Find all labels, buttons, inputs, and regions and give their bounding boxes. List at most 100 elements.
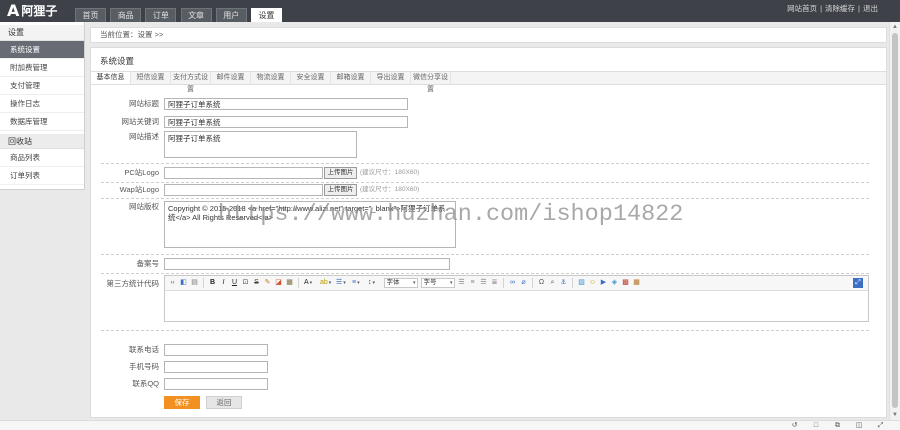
paste-text-icon[interactable]: ▦: [284, 278, 295, 288]
site-home-link[interactable]: 网站首页: [787, 4, 817, 14]
icp-input[interactable]: [164, 258, 450, 270]
special-char-icon[interactable]: Ω: [536, 278, 547, 288]
map-icon[interactable]: ◈: [609, 278, 620, 288]
wap-logo-label: Wap站Logo: [119, 185, 159, 194]
bold-icon[interactable]: B: [207, 278, 218, 288]
eraser-icon[interactable]: ◪: [273, 278, 284, 288]
site-title-input[interactable]: [164, 98, 408, 110]
align-center-icon[interactable]: ≡: [467, 278, 478, 288]
logout-link[interactable]: 退出: [863, 4, 878, 14]
toolbar-separator: [503, 278, 504, 288]
save-button[interactable]: 保存: [164, 396, 200, 409]
emoticon-icon[interactable]: ☺: [587, 278, 598, 288]
back-button[interactable]: 返回: [206, 396, 242, 409]
pc-logo-upload-button[interactable]: 上传图片: [324, 167, 357, 179]
top-bar: A 阿狸子 首页 商品 订单 文章 用户 设置 网站首页 | 清除缓存 | 退出: [0, 0, 900, 22]
font-color-icon[interactable]: A: [302, 278, 318, 288]
stop-icon[interactable]: □: [812, 421, 821, 430]
search-icon[interactable]: ⌕: [547, 278, 558, 288]
format-painter-icon[interactable]: ✎: [262, 278, 273, 288]
mobile-input[interactable]: [164, 361, 268, 373]
nav-tab-users[interactable]: 用户: [215, 8, 247, 22]
pc-logo-input[interactable]: [164, 167, 323, 179]
settings-tabs: 基本信息 短信设置 支付方式设置 邮件设置 物流设置 安全设置 邮箱设置 导出设…: [91, 71, 886, 93]
highlight-icon[interactable]: ab: [318, 278, 334, 288]
template-icon[interactable]: ▤: [189, 278, 200, 288]
keywords-label: 网站关键词: [121, 117, 160, 126]
tab-export[interactable]: 导出设置: [371, 72, 411, 84]
preview-icon[interactable]: ◧: [178, 278, 189, 288]
toolbar-separator: [532, 278, 533, 288]
video-icon[interactable]: ▶: [598, 278, 609, 288]
nav-tab-settings[interactable]: 设置: [250, 8, 282, 22]
settings-panel: 系统设置 基本信息 短信设置 支付方式设置 邮件设置 物流设置 安全设置 邮箱设…: [90, 47, 887, 418]
tab-mailbox[interactable]: 邮箱设置: [331, 72, 371, 84]
nav-tab-home[interactable]: 首页: [75, 8, 106, 22]
sidebar-item-payment[interactable]: 支付管理: [0, 77, 84, 95]
divider: [101, 330, 869, 331]
table-icon[interactable]: ▦: [631, 278, 642, 288]
toolbar-separator: [203, 278, 204, 288]
nav-tab-orders[interactable]: 订单: [145, 8, 177, 22]
anchor-icon[interactable]: ⚓: [558, 278, 569, 288]
toolbar-separator: [298, 278, 299, 288]
logo[interactable]: A 阿狸子: [7, 2, 57, 20]
refresh-icon[interactable]: ↺: [790, 421, 799, 430]
sidebar-item-order-list[interactable]: 订单列表: [0, 167, 84, 185]
tab-sms[interactable]: 短信设置: [131, 72, 171, 84]
wap-logo-upload-button[interactable]: 上传图片: [324, 184, 357, 196]
link-icon[interactable]: ∞: [507, 278, 518, 288]
nav-tab-articles[interactable]: 文章: [180, 8, 212, 22]
align-right-icon[interactable]: ☰: [478, 278, 489, 288]
sidebar-item-surcharge[interactable]: 附加费管理: [0, 59, 84, 77]
sidebar-item-operation-log[interactable]: 操作日志: [0, 95, 84, 113]
pc-logo-label: PC站Logo: [124, 168, 159, 177]
scroll-down-icon[interactable]: ▼: [890, 410, 900, 420]
font-family-select[interactable]: 字体: [383, 278, 418, 288]
phone-label: 联系电话: [129, 345, 159, 354]
unlink-icon[interactable]: ⌀: [518, 278, 529, 288]
copyright-textarea[interactable]: Copyright © 2015-2018 <a href="http://ww…: [164, 201, 456, 248]
scroll-up-icon[interactable]: ▲: [890, 22, 900, 32]
sidebar-item-system-settings[interactable]: 系统设置: [0, 41, 84, 59]
scroll-thumb[interactable]: [892, 33, 898, 408]
tab-mail[interactable]: 邮件设置: [211, 72, 251, 84]
nav-tab-products[interactable]: 商品: [110, 8, 142, 22]
copyright-label: 网站版权: [129, 202, 159, 211]
tab-security[interactable]: 安全设置: [291, 72, 331, 84]
editor-content[interactable]: [165, 291, 868, 321]
line-height-icon[interactable]: ↕: [366, 278, 382, 288]
fullscreen-icon[interactable]: ⤢: [853, 278, 863, 288]
border-icon[interactable]: ⊡: [240, 278, 251, 288]
sidebar-item-product-list[interactable]: 商品列表: [0, 149, 84, 167]
qq-input[interactable]: [164, 378, 268, 390]
description-textarea[interactable]: 阿狸子订单系统: [164, 131, 357, 158]
underline-icon[interactable]: U: [229, 278, 240, 288]
source-icon[interactable]: ‹›: [167, 278, 178, 288]
split-view-icon[interactable]: ◫: [855, 421, 864, 430]
wap-logo-size-hint: (建议尺寸：180X60): [360, 186, 420, 193]
align-left-icon[interactable]: ☰: [456, 278, 467, 288]
font-size-select[interactable]: 字号: [420, 278, 455, 288]
tab-payment-methods[interactable]: 支付方式设置: [171, 72, 211, 93]
keywords-input[interactable]: [164, 116, 408, 128]
divider: [101, 182, 869, 183]
align-justify-icon[interactable]: ≣: [489, 278, 500, 288]
wap-logo-input[interactable]: [164, 184, 323, 196]
phone-input[interactable]: [164, 344, 268, 356]
tab-basic-info[interactable]: 基本信息: [91, 72, 131, 84]
copy-icon[interactable]: ⧉: [833, 421, 842, 430]
italic-icon[interactable]: I: [218, 278, 229, 288]
tab-wechat-share[interactable]: 微信分享设置: [411, 72, 451, 93]
strikethrough-icon[interactable]: S: [251, 278, 262, 288]
attachment-icon[interactable]: ▩: [620, 278, 631, 288]
image-icon[interactable]: ▨: [576, 278, 587, 288]
tab-logistics[interactable]: 物流设置: [251, 72, 291, 84]
ordered-list-icon[interactable]: ≡: [350, 278, 366, 288]
scrollbar[interactable]: ▲ ▼: [889, 22, 900, 420]
sidebar-item-database[interactable]: 数据库管理: [0, 113, 84, 131]
clear-cache-link[interactable]: 清除缓存: [825, 4, 855, 14]
top-links: 网站首页 | 清除缓存 | 退出: [787, 4, 878, 14]
unordered-list-icon[interactable]: ☰: [334, 278, 350, 288]
expand-icon[interactable]: ⤢: [876, 421, 885, 430]
